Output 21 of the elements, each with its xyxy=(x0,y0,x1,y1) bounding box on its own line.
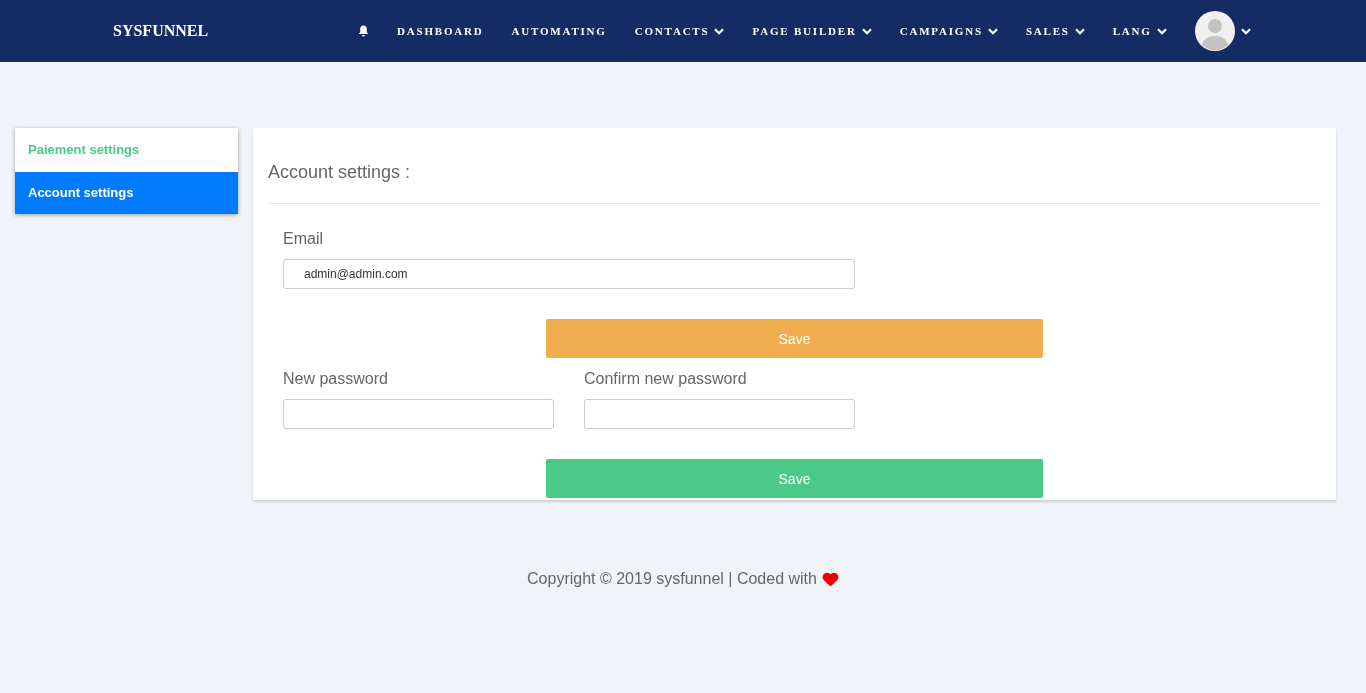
email-field[interactable]: admin@admin.com xyxy=(283,259,855,289)
nav-link[interactable]: CAMPAIGNS xyxy=(899,25,998,37)
nav-link[interactable]: DASHBOARD xyxy=(397,25,484,37)
nav-link[interactable]: PAGE BUILDER xyxy=(752,25,872,37)
heart-icon xyxy=(821,571,839,587)
nav-link[interactable]: LANG xyxy=(1112,25,1167,37)
password-field[interactable] xyxy=(584,399,855,429)
avatar-icon xyxy=(1194,11,1235,51)
copyright-text: Copyright © 2019 sysfunnel | Coded with xyxy=(527,570,817,588)
field-label: Confirm new password xyxy=(584,370,748,388)
nav-link[interactable]: SALES xyxy=(1025,25,1085,37)
password-field[interactable] xyxy=(283,399,554,429)
nav-link[interactable]: CONTACTS xyxy=(634,25,725,37)
field-label: Email xyxy=(283,230,324,248)
notification-bell-icon[interactable] xyxy=(358,25,369,37)
settings-menu-item[interactable]: Account settings xyxy=(15,172,238,214)
nav-link[interactable]: AUTOMATING xyxy=(511,25,607,37)
user-menu[interactable] xyxy=(1194,11,1251,51)
brand-logo[interactable]: SYSFUNNEL xyxy=(113,22,358,40)
card-title: Account settings : xyxy=(268,128,1321,204)
field-label: New password xyxy=(283,370,389,388)
